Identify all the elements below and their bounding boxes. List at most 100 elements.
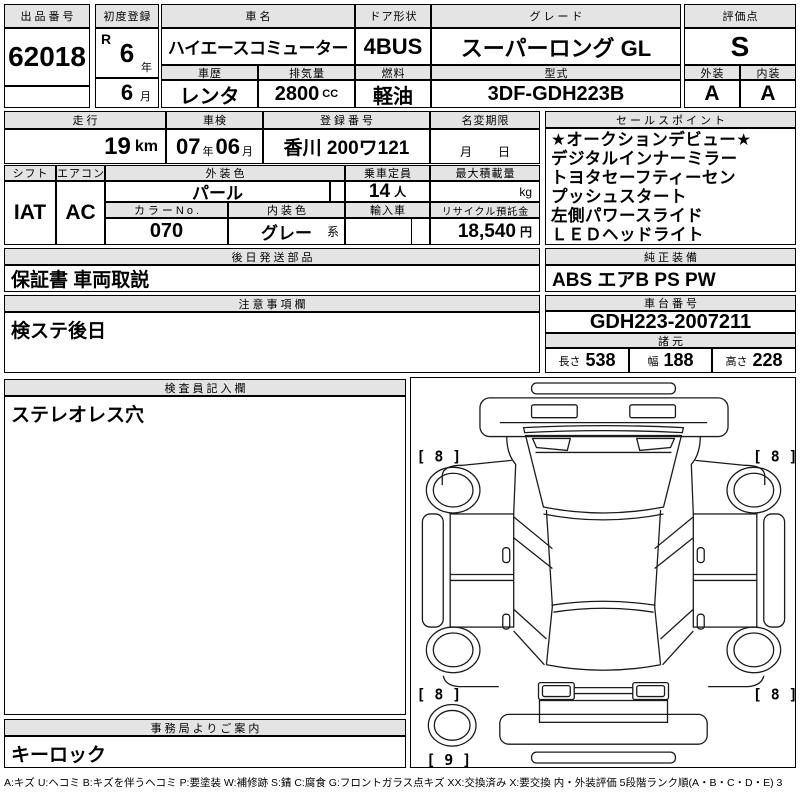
name-change-day-label: 日 [498, 143, 510, 160]
ac-value: AC [56, 181, 105, 245]
mark-front-left-8: [ 8 ] [416, 447, 461, 465]
era-mark: R [101, 31, 111, 47]
grade-header: グレード [431, 4, 681, 28]
displacement-header: 排気量 [258, 65, 355, 80]
oem-equipment-header: 純正装備 [545, 248, 796, 265]
rear-bottom-bar [531, 752, 675, 763]
fuel-header: 燃料 [355, 65, 431, 80]
score-value: S [684, 28, 796, 65]
ac-header: エアコン [56, 165, 105, 181]
interior-color-name: グレー [261, 219, 312, 244]
name-change-value: 月 日 [430, 129, 540, 164]
office-notice-header: 事務局よりご案内 [4, 719, 406, 736]
capacity-header: 乗車定員 [345, 165, 430, 181]
first-registration-year: R 6 年 [95, 28, 159, 78]
exterior-color-suffix-empty [330, 181, 345, 202]
first-registration-month: 6 月 [95, 78, 159, 108]
inspection-value: 07 年 06 月 [166, 129, 263, 164]
mileage-unit: km [135, 138, 158, 156]
damage-diagram-box: [ 8 ] [ 8 ] [ 8 ] [ 8 ] [ 9 ] [410, 377, 796, 768]
roof-side-edge [546, 509, 552, 605]
recycle-value: 18,540 円 [430, 218, 540, 245]
width-value: 188 [663, 350, 693, 371]
later-parts-value: 保証書 車両取説 [4, 265, 540, 292]
first-registration-header: 初度登録 [95, 4, 159, 28]
length-value: 538 [585, 350, 615, 371]
car-name-value: ハイエースコミューター [161, 28, 355, 65]
taillight-bar [574, 687, 633, 693]
mark-front-right-8: [ 8 ] [752, 447, 794, 465]
sales-point-line: トヨタセーフティーセン [551, 169, 790, 188]
rear-window-bottom-curve [546, 664, 660, 669]
recycle-header: リサイクル預託金 [430, 202, 540, 218]
shift-value: IAT [4, 181, 56, 245]
model-code-header: 型式 [431, 65, 681, 80]
inspection-month-unit: 月 [242, 143, 253, 159]
import-header: 輸入車 [345, 202, 430, 218]
taillight-inner [542, 685, 570, 696]
import-value-empty2 [411, 218, 430, 245]
displacement-value: 2800 CC [258, 80, 355, 108]
displacement-number: 2800 [275, 83, 320, 106]
height-label: 高さ [725, 353, 747, 369]
notes-header: 注意事項欄 [4, 295, 540, 312]
mileage-number: 19 [104, 133, 131, 161]
height-value: 228 [752, 350, 782, 371]
pillar-fold-rear [513, 609, 546, 665]
sales-point-line: プッシュスタート [551, 188, 790, 207]
history-value: レンタ [161, 80, 258, 108]
sales-points-body: ★オークションデビュー★ デジタルインナーミラー トヨタセーフティーセン プッシ… [545, 128, 796, 245]
side-doors [450, 513, 514, 626]
color-no-header: カラーNo. [105, 202, 228, 218]
lot-number-value: 62018 [4, 28, 90, 86]
interior-color-header: 内装色 [228, 202, 345, 218]
exterior-grade-value: A [684, 80, 740, 108]
office-notice-value: キーロック [4, 736, 406, 768]
cowl-strip [523, 425, 683, 432]
score-header: 評価点 [684, 4, 796, 28]
name-change-month-label: 月 [460, 143, 472, 160]
auction-sheet: 出品番号 62018 初度登録 R 6 年 6 月 車名 ハイエースコミューター… [0, 0, 800, 800]
registration-number-header: 登録番号 [263, 111, 430, 129]
front-wheel-inner [433, 473, 473, 507]
width-label: 幅 [647, 353, 658, 369]
mark-spare-9: [ 9 ] [426, 751, 471, 767]
exterior-color-header: 外装色 [105, 165, 345, 181]
grade-value: スーパーロング GL [431, 28, 681, 65]
name-change-header: 名変期限 [430, 111, 540, 129]
rear-bumper [499, 714, 706, 744]
year-unit: 年 [141, 59, 152, 75]
mileage-header: 走行 [4, 111, 166, 129]
spare-tire-inner [434, 710, 470, 740]
cab-side-line [506, 436, 515, 513]
door-shape-value: 4BUS [355, 28, 431, 65]
windshield [525, 435, 681, 512]
history-header: 車歴 [161, 65, 258, 80]
capacity-unit: 人 [394, 183, 406, 200]
car-outline-svg: [ 8 ] [ 8 ] [ 8 ] [ 8 ] [ 9 ] [412, 379, 795, 767]
headlight [531, 404, 577, 417]
length-label: 長さ [558, 353, 580, 369]
pillar-fold-front [513, 516, 552, 568]
first-reg-month-value: 6 [121, 80, 133, 106]
sales-point-line: ★オークションデビュー★ [551, 131, 790, 150]
mileage-value: 19 km [4, 129, 166, 164]
rear-window-top-curve [551, 601, 655, 605]
roof-front-curve [543, 513, 663, 519]
door-handle-front [502, 547, 509, 562]
payload-value: kg [430, 181, 540, 202]
inspection-header: 車検 [166, 111, 263, 129]
first-reg-year-value: 6 [120, 38, 134, 69]
front-wheel-outer [426, 467, 480, 513]
door-shape-header: ドア形状 [355, 4, 431, 28]
legend-codes: A:キズ U:ヘコミ B:キズを伴うヘコミ P:要塗装 W:補修跡 S:錆 C:… [4, 775, 798, 790]
capacity-number: 14 [369, 181, 390, 202]
interior-color-suffix: 系 [327, 223, 339, 240]
inspector-notes-header: 検査員記入欄 [4, 379, 406, 396]
sales-point-line: 左側パワースライド [551, 207, 790, 226]
payload-header: 最大積載量 [430, 165, 540, 181]
exterior-grade-header: 外装 [684, 65, 740, 80]
interior-grade-header: 内装 [740, 65, 796, 80]
rear-window-side-edge [546, 606, 552, 665]
shift-header: シフト [4, 165, 56, 181]
